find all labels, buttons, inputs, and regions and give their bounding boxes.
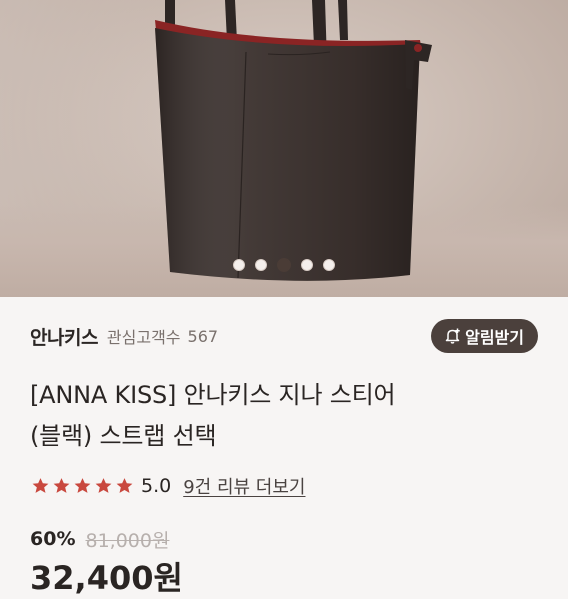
brand-row: 안나키스 관심고객수 567 알림받기 [30, 318, 538, 354]
brand-name[interactable]: 안나키스 [30, 323, 98, 350]
review-link[interactable]: 9건 리뷰 더보기 [183, 473, 305, 499]
star-icon [32, 478, 49, 493]
star-icon [74, 478, 91, 493]
carousel-dot[interactable] [301, 259, 313, 271]
product-title: [ANNA KISS] 안나키스 지나 스티어 (블랙) 스트랩 선택 [30, 381, 396, 450]
favorites-label: 관심고객수 [106, 328, 181, 347]
carousel-dot[interactable] [323, 259, 335, 271]
tote-bag-image [155, 0, 432, 281]
carousel-indicator [0, 258, 568, 272]
star-icon [95, 478, 112, 493]
rating-score: 5.0 [141, 475, 172, 497]
rating-stars [30, 476, 135, 496]
final-price: 32,400원 [30, 559, 183, 597]
bell-plus-icon [444, 327, 462, 345]
carousel-dot[interactable] [233, 259, 245, 271]
carousel-dot[interactable] [277, 258, 291, 272]
alarm-button-label: 알림받기 [465, 328, 524, 347]
carousel-dot[interactable] [255, 259, 267, 271]
favorites-count: 567 [187, 326, 219, 346]
original-price: 81,000원 [85, 529, 170, 552]
product-image[interactable] [0, 0, 568, 297]
alarm-button[interactable]: 알림받기 [431, 319, 538, 353]
discount-rate: 60% [30, 528, 76, 550]
price-row: 60% 81,000원 [30, 522, 169, 556]
star-icon [53, 478, 70, 493]
rating-row: 5.0 9건 리뷰 더보기 [30, 470, 305, 502]
star-icon [116, 478, 133, 493]
